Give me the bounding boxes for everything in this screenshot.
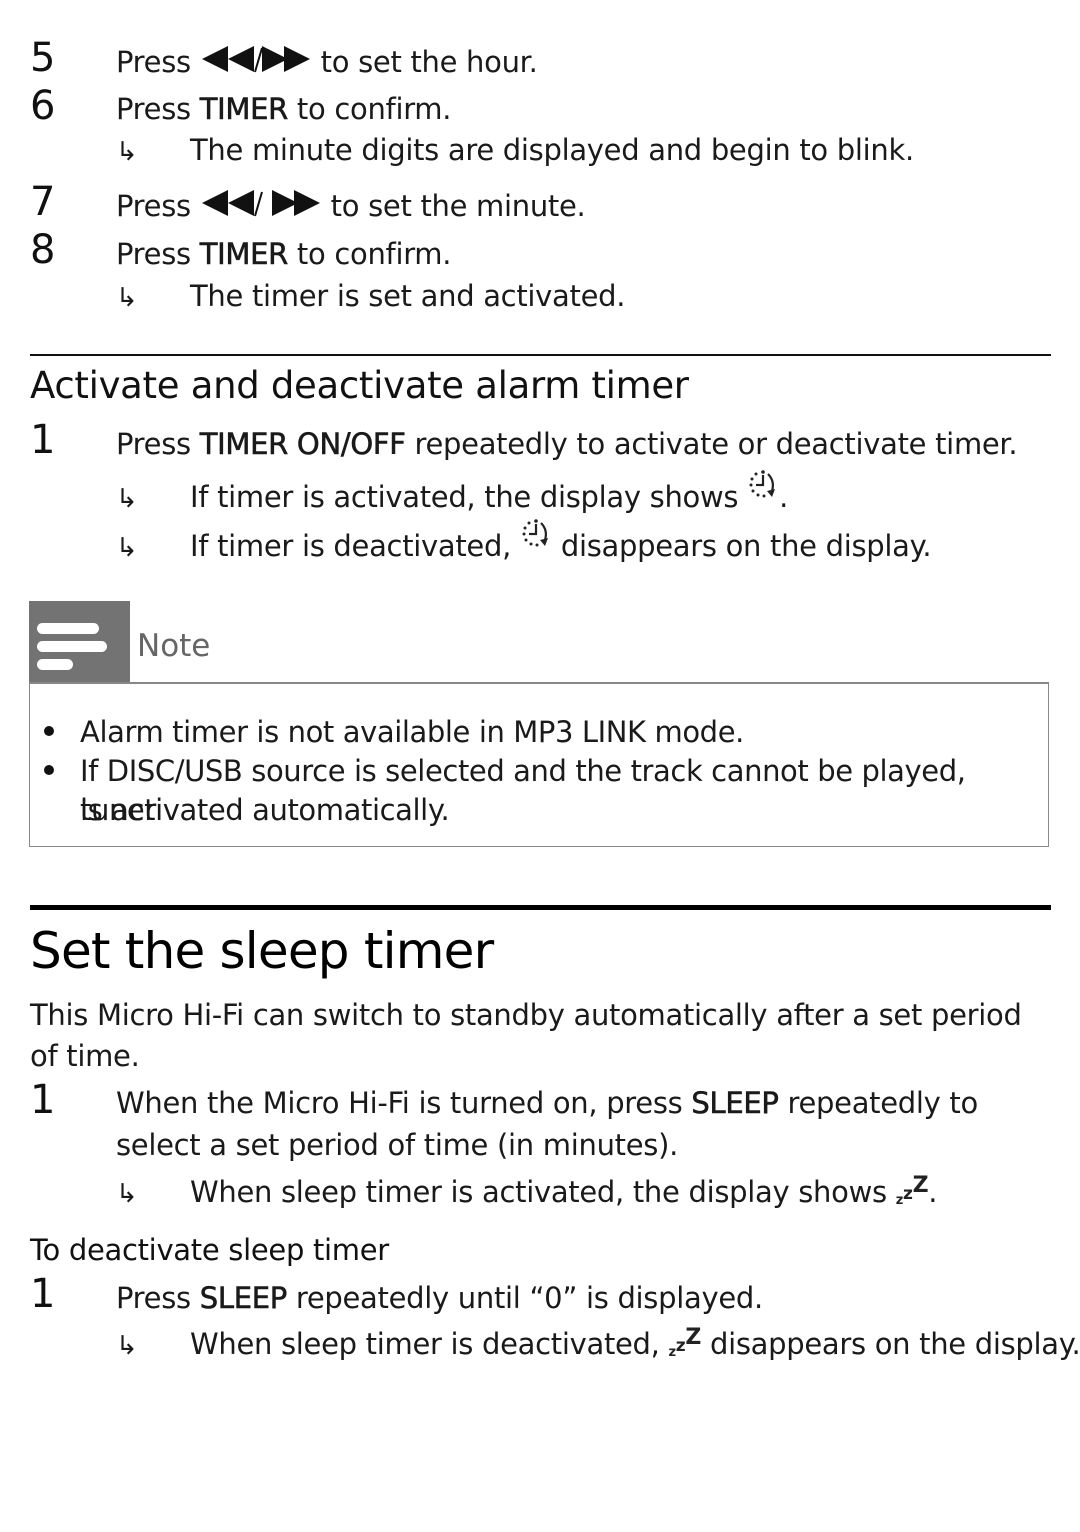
note-item: Alarm timer is not available in MP3 LINK… bbox=[80, 715, 744, 749]
note-box: Alarm timer is not available in MP3 LINK… bbox=[29, 682, 1049, 847]
step-text: Press bbox=[116, 189, 200, 223]
step-8-text: Press TIMER to confirm. bbox=[116, 237, 452, 272]
result-text: The minute digits are displayed and begi… bbox=[190, 133, 914, 167]
note-icon-line bbox=[37, 641, 107, 652]
timer-on-off-label: TIMER ON/OFF bbox=[199, 427, 406, 462]
sleep-step-text: When the Micro Hi-Fi is turned on, press… bbox=[116, 1086, 979, 1121]
result-arrow-icon: ↳ bbox=[116, 484, 138, 514]
sleep-intro-line: This Micro Hi-Fi can switch to standby a… bbox=[30, 998, 1022, 1032]
step-text: Press bbox=[116, 1281, 200, 1315]
step-number: 1 bbox=[30, 1077, 56, 1123]
step-text: repeatedly to activate or deactivate tim… bbox=[405, 427, 1018, 461]
section-heading: Activate and deactivate alarm timer bbox=[30, 364, 689, 407]
result-text: When sleep timer is deactivated, bbox=[190, 1327, 669, 1361]
step-text: to set the hour. bbox=[311, 45, 538, 79]
step-number: 7 bbox=[30, 179, 56, 225]
step-text: Press bbox=[116, 427, 200, 461]
result-text: . bbox=[928, 1175, 938, 1209]
result-text: disappears on the display. bbox=[551, 529, 932, 563]
step-text: to confirm. bbox=[288, 237, 452, 271]
note-icon-line bbox=[37, 623, 99, 634]
zzz-large: Z bbox=[685, 1325, 702, 1350]
step-text: Press bbox=[116, 45, 200, 79]
sleep-button-label: SLEEP bbox=[691, 1086, 779, 1121]
timer-button-label: TIMER bbox=[199, 92, 289, 127]
step-8-result: ↳ The timer is set and activated. bbox=[116, 279, 625, 315]
result-arrow-icon: ↳ bbox=[116, 1331, 138, 1361]
step-number: 5 bbox=[30, 35, 56, 81]
bullet-icon bbox=[44, 765, 54, 775]
step-text: When the Micro Hi-Fi is turned on, press bbox=[116, 1086, 692, 1120]
section-divider-thick bbox=[30, 905, 1051, 910]
zzz-small: z bbox=[895, 1193, 904, 1208]
step-number: 8 bbox=[30, 227, 56, 273]
step-text: Press bbox=[116, 237, 200, 271]
sleep-zzz-icon: zzZ bbox=[896, 1169, 929, 1218]
deactivate-result: ↳ When sleep timer is deactivated, zzZ di… bbox=[116, 1321, 1080, 1370]
note-title: Note bbox=[137, 628, 211, 664]
bullet-icon bbox=[44, 726, 54, 736]
step-number: 1 bbox=[30, 417, 56, 463]
alarm-step-text: Press TIMER ON/OFF repeatedly to activat… bbox=[116, 427, 1018, 462]
timer-button-label: TIMER bbox=[199, 237, 289, 272]
step-text: repeatedly until “0” is displayed. bbox=[286, 1281, 763, 1315]
result-text: When sleep timer is activated, the displ… bbox=[190, 1175, 896, 1209]
zzz-medium: z bbox=[675, 1336, 686, 1356]
sleep-intro-line: of time. bbox=[30, 1039, 140, 1073]
alarm-timer-icon bbox=[749, 470, 776, 498]
step-6-result: ↳ The minute digits are displayed and beg… bbox=[116, 133, 914, 169]
result-text: disappears on the display. bbox=[701, 1327, 1080, 1361]
alarm-timer-icon bbox=[522, 519, 548, 547]
prev-next-icon bbox=[201, 190, 320, 217]
result-text: . bbox=[779, 480, 789, 514]
result-arrow-icon: ↳ bbox=[116, 283, 138, 313]
step-text: repeatedly to bbox=[778, 1086, 979, 1120]
sleep-result: ↳ When sleep timer is activated, the disp… bbox=[116, 1169, 938, 1218]
step-text: to confirm. bbox=[288, 92, 452, 126]
note-icon-line bbox=[37, 659, 73, 670]
result-text: If timer is deactivated, bbox=[190, 529, 520, 563]
subheading: To deactivate sleep timer bbox=[30, 1233, 389, 1267]
zzz-large: Z bbox=[912, 1173, 929, 1198]
zzz-medium: z bbox=[903, 1184, 913, 1204]
step-6-text: Press TIMER to confirm. bbox=[116, 92, 452, 127]
step-7-text: Press to set the minute. bbox=[116, 188, 586, 223]
alarm-result-activated: ↳ If timer is activated, the display show… bbox=[116, 469, 788, 516]
sleep-zzz-icon: zzZ bbox=[669, 1321, 702, 1370]
step-text: Press bbox=[116, 92, 200, 126]
result-arrow-icon: ↳ bbox=[116, 533, 138, 563]
sleep-button-label: SLEEP bbox=[199, 1281, 287, 1316]
result-text: The timer is set and activated. bbox=[190, 279, 626, 313]
result-arrow-icon: ↳ bbox=[116, 1179, 138, 1209]
deactivate-step-text: Press SLEEP repeatedly until “0” is disp… bbox=[116, 1281, 763, 1316]
step-text: to set the minute. bbox=[321, 189, 586, 223]
result-text: If timer is activated, the display shows bbox=[190, 480, 748, 514]
note-icon bbox=[29, 601, 130, 683]
section-divider bbox=[30, 354, 1051, 356]
sleep-step-text-line2: select a set period of time (in minutes)… bbox=[116, 1128, 679, 1162]
zzz-small: z bbox=[668, 1345, 677, 1360]
step-5-text: Press to set the hour. bbox=[116, 44, 538, 79]
page-heading: Set the sleep timer bbox=[30, 922, 494, 980]
result-arrow-icon: ↳ bbox=[116, 137, 138, 167]
note-item-continuation: is activated automatically. bbox=[80, 793, 450, 827]
prev-next-icon bbox=[201, 46, 310, 73]
alarm-result-deactivated: ↳ If timer is deactivated, disappears on … bbox=[116, 518, 932, 565]
step-number: 1 bbox=[30, 1271, 56, 1317]
step-number: 6 bbox=[30, 83, 56, 129]
